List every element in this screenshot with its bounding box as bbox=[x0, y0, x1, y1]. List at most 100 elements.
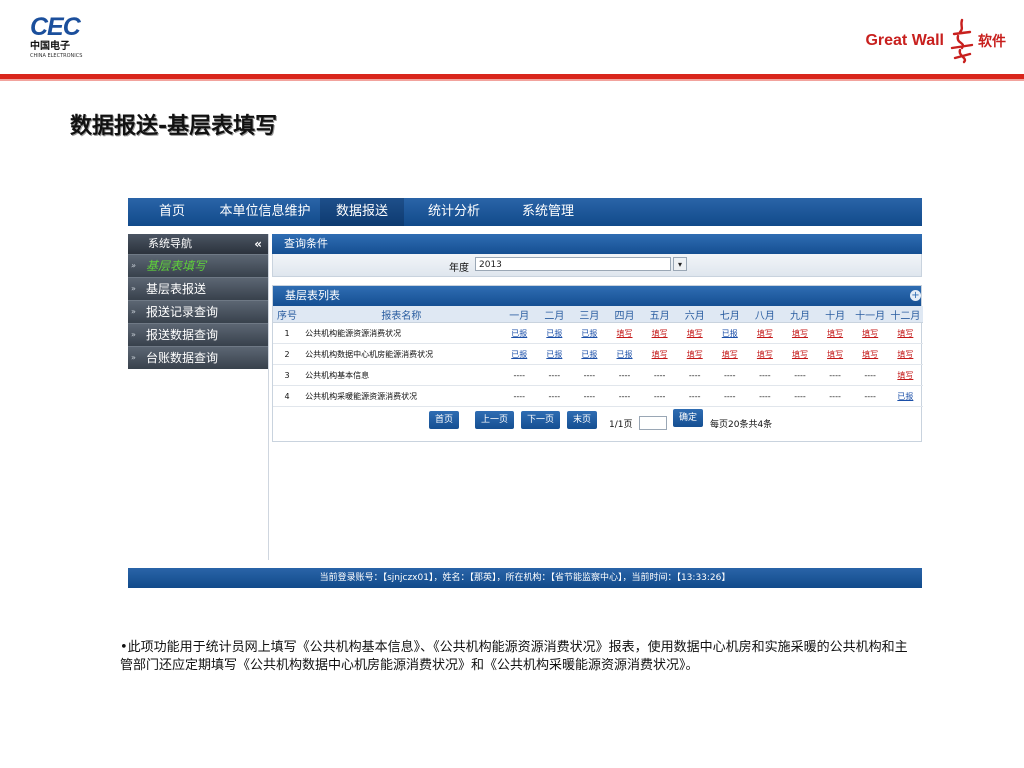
nav-data-report[interactable]: 数据报送 bbox=[320, 198, 404, 226]
next-page-button[interactable]: 下一页 bbox=[521, 411, 561, 429]
column-header-month: 二月 bbox=[536, 306, 572, 323]
description-text: •此项功能用于统计员网上填写《公共机构基本信息》、《公共机构能源资源消费状况》报… bbox=[120, 640, 908, 673]
month-cell-empty: ---- bbox=[782, 385, 818, 407]
sidebar-item-label: 基层表报送 bbox=[146, 282, 207, 296]
confirm-button[interactable]: 确定 bbox=[673, 409, 704, 427]
chevron-down-icon[interactable]: ▾ bbox=[673, 257, 687, 271]
sidebar-item-label: 报送数据查询 bbox=[146, 328, 219, 342]
month-cell-empty: ---- bbox=[536, 364, 572, 386]
submitted-link[interactable]: 已报 bbox=[536, 322, 572, 344]
row-number: 4 bbox=[273, 385, 302, 407]
header-divider-shadow bbox=[0, 79, 1024, 81]
column-header-month: 十月 bbox=[817, 306, 853, 323]
collapse-icon[interactable]: « bbox=[254, 234, 262, 254]
status-bar: 当前登录账号：【sjnjczx01】，姓名：【那英】，所在机构：【省节能监察中心… bbox=[128, 568, 922, 588]
column-header-no: 序号 bbox=[273, 306, 302, 323]
month-cell-empty: ---- bbox=[642, 364, 678, 386]
nav-statistics[interactable]: 统计分析 bbox=[418, 198, 490, 226]
month-cell-empty: ---- bbox=[712, 364, 748, 386]
month-cell-empty: ---- bbox=[606, 385, 643, 407]
last-page-button[interactable]: 末页 bbox=[567, 411, 598, 429]
fill-link[interactable]: 填写 bbox=[887, 322, 923, 344]
bullet-icon: » bbox=[131, 353, 136, 362]
fill-link[interactable]: 填写 bbox=[817, 322, 853, 344]
bullet-icon: » bbox=[131, 307, 136, 316]
column-header-month: 十二月 bbox=[887, 306, 923, 323]
bullet-icon: » bbox=[131, 261, 136, 270]
fill-link[interactable]: 填写 bbox=[887, 343, 923, 365]
row-number: 2 bbox=[273, 343, 302, 365]
sidebar-item-submit[interactable]: » 基层表报送 bbox=[128, 277, 268, 300]
query-row: 年度 2013 ▾ bbox=[272, 254, 922, 277]
submitted-link[interactable]: 已报 bbox=[501, 343, 537, 365]
month-cell-empty: ---- bbox=[571, 364, 607, 386]
greatwall-emblem-icon bbox=[950, 18, 974, 64]
slide-title: 数据报送-基层表填写 bbox=[70, 114, 278, 139]
month-cell-empty: ---- bbox=[817, 385, 853, 407]
fill-link[interactable]: 填写 bbox=[852, 343, 888, 365]
submitted-link[interactable]: 已报 bbox=[712, 322, 748, 344]
fill-link[interactable]: 填写 bbox=[642, 343, 678, 365]
sidebar-item-label: 基层表填写 bbox=[146, 259, 207, 273]
table-row: 1 公共机构能源资源消费状况 已报 已报 已报 填写 填写 填写 已报 填写 填写 填写 填写 填写 bbox=[273, 322, 923, 344]
month-cell-empty: ---- bbox=[747, 385, 783, 407]
table-header-row: 序号 报表名称 一月 二月 三月 四月 五月 六月 七月 八月 九月 十月 十一月 十二月 bbox=[273, 306, 923, 323]
top-nav: 首页 本单位信息维护 数据报送 统计分析 系统管理 bbox=[128, 198, 922, 226]
column-header-month: 五月 bbox=[642, 306, 678, 323]
nav-system-admin[interactable]: 系统管理 bbox=[512, 198, 584, 226]
report-name: 公共机构基本信息 bbox=[301, 364, 502, 386]
fill-link[interactable]: 填写 bbox=[782, 343, 818, 365]
fill-link[interactable]: 填写 bbox=[606, 322, 643, 344]
month-cell-empty: ---- bbox=[501, 385, 537, 407]
month-cell-empty: ---- bbox=[817, 364, 853, 386]
first-page-button[interactable]: 首页 bbox=[429, 411, 460, 429]
prev-page-button[interactable]: 上一页 bbox=[475, 411, 515, 429]
app-window: 首页 本单位信息维护 数据报送 统计分析 系统管理 系统导航 « » 基层表填写… bbox=[128, 198, 923, 588]
sidebar-item-records[interactable]: » 报送记录查询 bbox=[128, 300, 268, 323]
fill-link[interactable]: 填写 bbox=[782, 322, 818, 344]
cec-logo: CEC 中国电子 CHINA ELECTRONICS bbox=[30, 15, 100, 60]
sidebar-item-data-query[interactable]: » 报送数据查询 bbox=[128, 323, 268, 346]
column-header-month: 四月 bbox=[606, 306, 643, 323]
submitted-link[interactable]: 已报 bbox=[536, 343, 572, 365]
fill-link[interactable]: 填写 bbox=[712, 343, 748, 365]
page-number-input[interactable] bbox=[639, 416, 667, 430]
submitted-link[interactable]: 已报 bbox=[571, 322, 607, 344]
table-row: 3 公共机构基本信息 ---- ---- ---- ---- ---- ---- ---- ---… bbox=[273, 364, 923, 386]
year-select[interactable]: 2013 bbox=[475, 257, 671, 271]
sidebar-item-label: 报送记录查询 bbox=[146, 305, 219, 319]
fill-link[interactable]: 填写 bbox=[817, 343, 853, 365]
sidebar-item-fill[interactable]: » 基层表填写 bbox=[128, 254, 268, 277]
fill-link[interactable]: 填写 bbox=[642, 322, 678, 344]
main-content: 查询条件 年度 2013 ▾ 基层表列表 + 序号 报表名称 一月 二月 三月 四月 五月六… bbox=[272, 234, 923, 442]
submitted-link[interactable]: 已报 bbox=[571, 343, 607, 365]
fill-link[interactable]: 填写 bbox=[677, 343, 713, 365]
fill-link[interactable]: 填写 bbox=[747, 343, 783, 365]
sidebar-item-ledger[interactable]: » 台账数据查询 bbox=[128, 346, 268, 369]
month-cell-empty: ---- bbox=[852, 364, 888, 386]
column-header-month: 八月 bbox=[747, 306, 783, 323]
pager-summary: 每页20条共4条 bbox=[710, 420, 773, 430]
submitted-link[interactable]: 已报 bbox=[887, 385, 923, 407]
nav-home[interactable]: 首页 bbox=[148, 198, 196, 226]
fill-link[interactable]: 填写 bbox=[747, 322, 783, 344]
submitted-link[interactable]: 已报 bbox=[606, 343, 643, 365]
fill-link[interactable]: 填写 bbox=[677, 322, 713, 344]
cec-logo-en: CHINA ELECTRONICS bbox=[30, 53, 83, 59]
submitted-link[interactable]: 已报 bbox=[501, 322, 537, 344]
month-cell-empty: ---- bbox=[642, 385, 678, 407]
list-panel-header: 基层表列表 + bbox=[273, 286, 921, 306]
nav-org-info[interactable]: 本单位信息维护 bbox=[216, 198, 314, 226]
plus-icon[interactable]: + bbox=[910, 290, 921, 301]
pager: 首页 上一页 下一页 末页 1/1页 确定 每页20条共4条 bbox=[273, 407, 921, 441]
page-info: 1/1页 bbox=[609, 420, 633, 430]
table-row: 2 公共机构数据中心机房能源消费状况 已报 已报 已报 已报 填写 填写 填写 填写 填写 填写 填写填… bbox=[273, 343, 923, 365]
cec-logo-cn: 中国电子 bbox=[30, 41, 70, 52]
row-number: 3 bbox=[273, 364, 302, 386]
month-cell-empty: ---- bbox=[536, 385, 572, 407]
report-list-panel: 基层表列表 + 序号 报表名称 一月 二月 三月 四月 五月 六月 七月 八月 九月 十月 十一月 十二月… bbox=[272, 285, 923, 442]
fill-link[interactable]: 填写 bbox=[852, 322, 888, 344]
month-cell-empty: ---- bbox=[606, 364, 643, 386]
month-cell-empty: ---- bbox=[712, 385, 748, 407]
fill-link[interactable]: 填写 bbox=[887, 364, 923, 386]
